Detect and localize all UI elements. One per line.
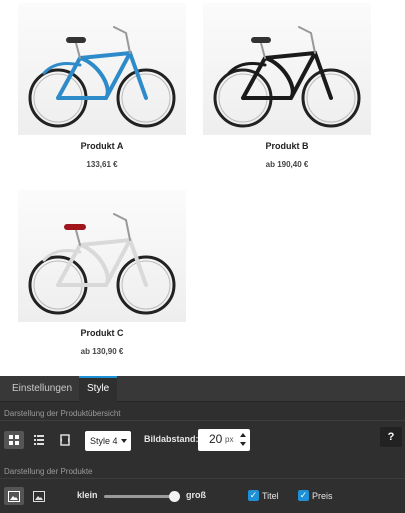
product-title[interactable]: Produkt C: [18, 328, 186, 338]
panel-tabs: Einstellungen Style: [0, 376, 405, 402]
titel-checkbox[interactable]: ✓: [248, 490, 259, 501]
layout-slider-button[interactable]: [55, 431, 75, 449]
product-card-c[interactable]: Produkt C ab 130,90 €: [18, 190, 186, 356]
slider-max-label: groß: [186, 490, 206, 500]
image-small-icon: [8, 490, 20, 502]
bicycle-image: [28, 26, 176, 128]
help-button[interactable]: ?: [380, 427, 402, 447]
preis-checkbox[interactable]: ✓: [298, 490, 309, 501]
spacing-stepper[interactable]: 20 px: [198, 429, 250, 451]
layout-list-button[interactable]: [29, 431, 49, 449]
divider: [0, 420, 405, 421]
product-price: 133,61 €: [86, 160, 118, 169]
titel-checkbox-label[interactable]: Titel: [262, 491, 279, 501]
list-icon: [34, 435, 44, 445]
product-title[interactable]: Produkt A: [18, 141, 186, 151]
image-small-button[interactable]: [4, 487, 24, 505]
product-image[interactable]: [18, 190, 186, 322]
stepper-down-icon[interactable]: [240, 442, 246, 446]
chevron-down-icon: [121, 439, 127, 443]
stepper-up-icon[interactable]: [240, 433, 246, 437]
image-large-icon: [33, 490, 45, 502]
product-grid: Produkt A 133,61 € Produkt B ab 190,40 €…: [0, 0, 405, 376]
bicycle-image: [28, 213, 176, 315]
product-title[interactable]: Produkt B: [203, 141, 371, 151]
product-image[interactable]: [18, 3, 186, 135]
divider: [0, 478, 405, 479]
spacing-unit: px: [225, 435, 234, 444]
page: Produkt A 133,61 € Produkt B ab 190,40 €…: [0, 0, 405, 513]
slider-min-label: klein: [77, 490, 98, 500]
product-price: ab 190,40 €: [265, 160, 309, 169]
tab-einstellungen[interactable]: Einstellungen: [4, 376, 80, 402]
style-select[interactable]: Style 4: [85, 431, 131, 451]
product-card-a[interactable]: Produkt A 133,61 €: [18, 3, 186, 169]
bicycle-image: [213, 26, 361, 128]
grid-icon: [9, 435, 19, 445]
products-section-label: Darstellung der Produkte: [4, 467, 93, 476]
product-price: ab 130,90 €: [80, 347, 124, 356]
layout-grid-button[interactable]: [4, 431, 24, 449]
preis-checkbox-label[interactable]: Preis: [312, 491, 333, 501]
size-slider-knob[interactable]: [169, 491, 180, 502]
style-select-value: Style 4: [90, 436, 118, 446]
product-image[interactable]: [203, 3, 371, 135]
spacing-label: Bildabstand:: [144, 434, 199, 444]
product-card-b[interactable]: Produkt B ab 190,40 €: [203, 3, 371, 169]
tab-style[interactable]: Style: [79, 376, 117, 402]
slider-icon: [60, 434, 70, 446]
image-large-button[interactable]: [29, 487, 49, 505]
overview-section-label: Darstellung der Produktübersicht: [4, 409, 121, 418]
spacing-value[interactable]: 20: [209, 432, 222, 446]
